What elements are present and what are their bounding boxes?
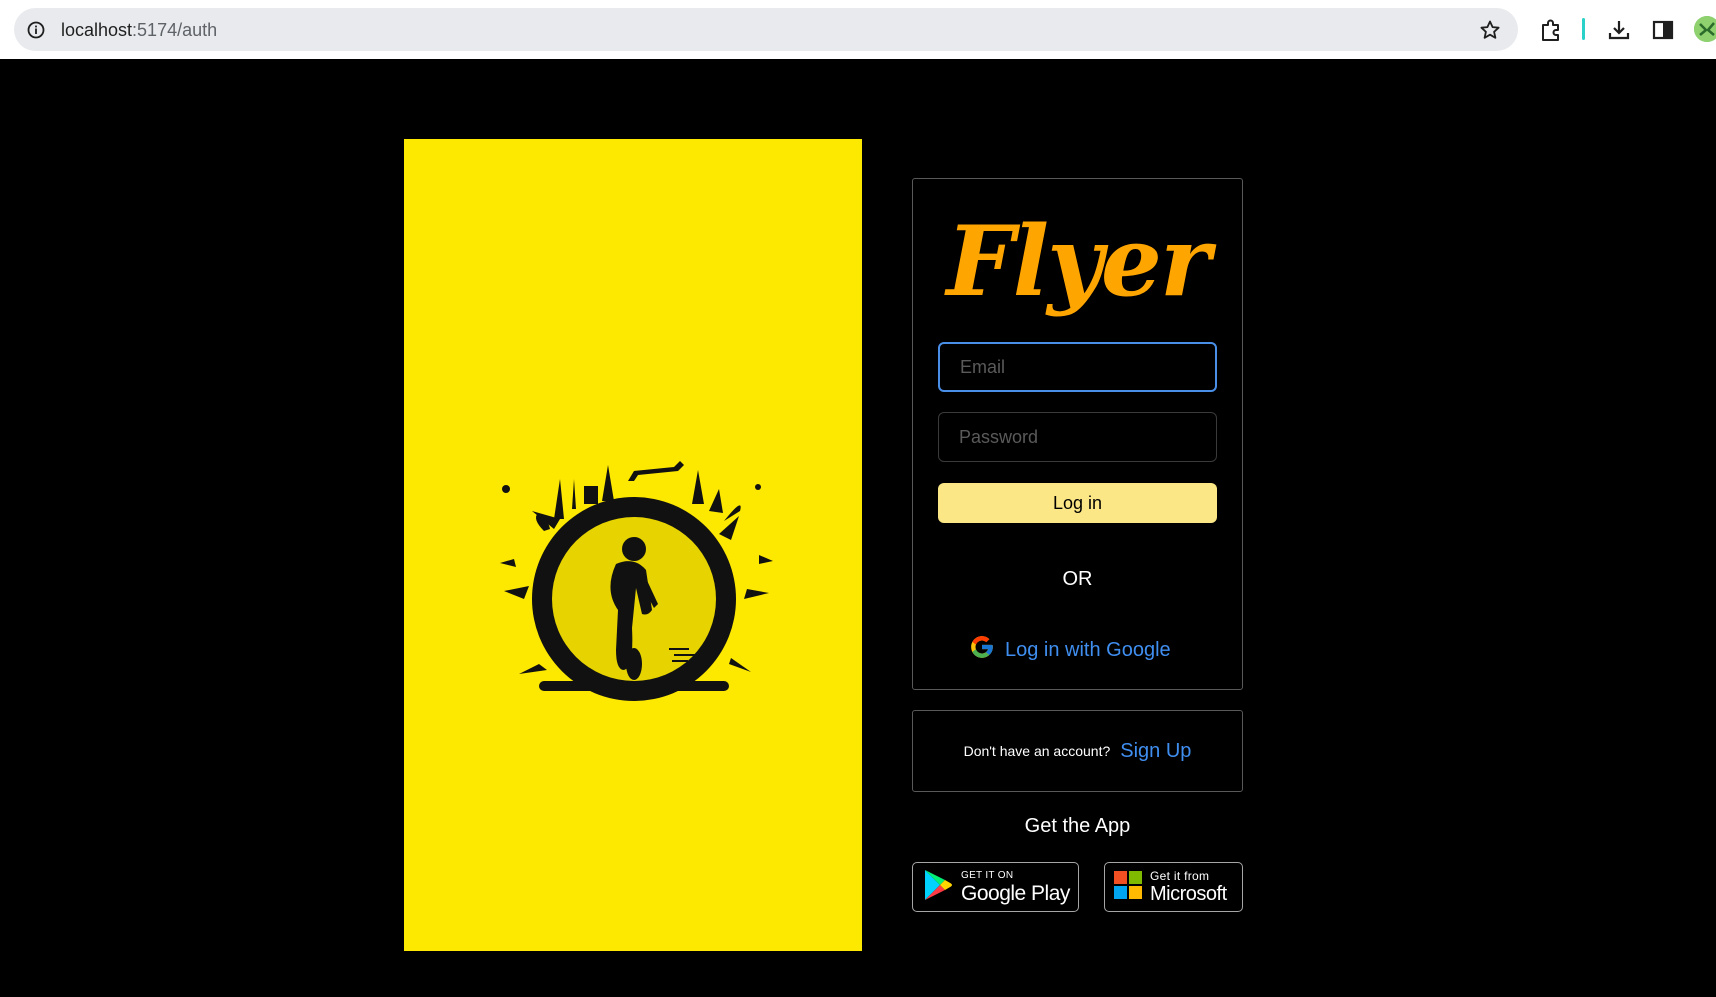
profile-avatar-icon[interactable] — [1694, 16, 1716, 42]
url-host: localhost — [61, 20, 133, 40]
microsoft-store-badge[interactable]: Get it from Microsoft — [1104, 862, 1243, 912]
extensions-icon[interactable] — [1538, 17, 1564, 43]
auth-page: Flyer Log in OR Log in with Google Don't… — [0, 59, 1716, 997]
traveler-emblem-illustration — [500, 461, 773, 701]
google-play-badge[interactable]: GET IT ON Google Play — [912, 862, 1079, 912]
side-panel-icon[interactable] — [1650, 17, 1676, 43]
microsoft-small-text: Get it from — [1150, 869, 1210, 883]
download-icon[interactable] — [1606, 17, 1632, 43]
google-login-link[interactable]: Log in with Google — [969, 635, 1171, 665]
login-card: Flyer Log in OR Log in with Google — [912, 178, 1243, 690]
login-button[interactable]: Log in — [938, 483, 1217, 523]
microsoft-text: Get it from Microsoft — [1150, 870, 1227, 904]
microsoft-icon — [1114, 870, 1142, 904]
google-play-big-text: Google Play — [961, 881, 1070, 905]
google-play-small-text: GET IT ON — [961, 869, 1014, 881]
password-field[interactable] — [938, 412, 1217, 462]
address-bar[interactable]: localhost:5174/auth — [14, 8, 1518, 51]
url-path: :5174/auth — [132, 20, 218, 40]
site-info-icon[interactable] — [24, 18, 48, 42]
signup-card: Don't have an account? Sign Up — [912, 710, 1243, 792]
email-field[interactable] — [938, 342, 1217, 392]
google-g-icon — [969, 634, 995, 666]
google-login-label: Log in with Google — [1005, 638, 1171, 661]
url-text: localhost:5174/auth — [61, 20, 217, 41]
signup-prompt: Don't have an account? — [963, 743, 1111, 759]
flyer-logo: Flyer — [946, 205, 1210, 318]
signup-link[interactable]: Sign Up — [1120, 740, 1191, 763]
get-app-heading: Get the App — [1024, 815, 1131, 837]
microsoft-big-text: Microsoft — [1150, 883, 1227, 905]
google-play-icon — [923, 868, 953, 907]
browser-toolbar: localhost:5174/auth — [0, 0, 1716, 59]
google-play-text: GET IT ON Google Play — [961, 869, 1070, 905]
toolbar-divider — [1582, 18, 1585, 40]
hero-image-panel — [404, 139, 862, 951]
bookmark-star-icon[interactable] — [1478, 18, 1502, 42]
or-divider-text: OR — [1062, 568, 1093, 590]
